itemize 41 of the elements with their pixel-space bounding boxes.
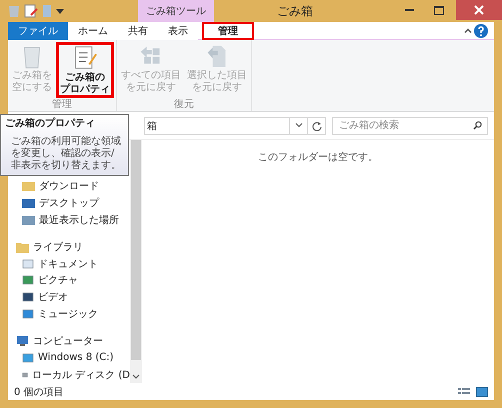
tooltip-text: ごみ箱の利用可能な領域を変更し、確認の表示/非表示を切り替えます。 [10,136,122,172]
details-view-icon[interactable] [458,386,470,396]
group-label: 復元 [173,99,195,111]
search-field[interactable]: ごみ箱の検索 [332,116,488,134]
nav-item[interactable]: 最近表示した場所 [16,212,130,228]
properties-icon [24,4,38,18]
properties-document-icon [73,45,97,71]
item-count: 0 個の項目 [14,386,65,398]
nav-item[interactable]: ローカル ディスク (D [16,366,130,383]
nav-item[interactable]: Windows 8 (C:) [16,349,130,366]
computer-icon [16,334,29,347]
context-tab-label: ごみ箱ツール [138,0,214,22]
library-folder-icon [16,240,29,253]
ribbon-tab[interactable]: 管理 [202,22,254,40]
refresh-icon [312,120,322,130]
minimize-icon [404,9,414,11]
nav-item[interactable]: ダウンロード [16,178,130,195]
close-button[interactable] [456,0,502,20]
tooltip-title: ごみ箱のプロパティ [5,118,96,130]
nav-item[interactable]: ミュージック [16,306,130,322]
ribbon-button[interactable]: ごみ箱の プロパティ [56,42,114,98]
address-field[interactable]: 箱 [144,116,326,134]
scrollbar-thumb[interactable] [131,140,141,360]
nav-item[interactable]: デスクトップ [16,194,130,212]
recycle-bin-icon [8,4,20,18]
restore-selected-icon [206,43,228,69]
nav-item[interactable]: ライブラリ [16,238,130,256]
file-tab[interactable]: ファイル [8,22,68,40]
maximize-icon [434,6,444,14]
nav-item[interactable]: ビデオ [16,288,130,306]
empty-folder-message: このフォルダーは空です。 [258,150,378,164]
nav-item[interactable]: コンピューター [16,332,130,350]
nav-item[interactable]: ピクチャ [16,272,130,289]
dropdown-icon [56,7,64,15]
collapse-ribbon-icon [464,28,472,33]
group-label: 管理 [51,99,73,111]
window-title: ごみ箱 [276,2,314,20]
search-icon [473,120,482,130]
close-icon [474,5,484,15]
nav-item[interactable]: ドキュメント [16,255,130,272]
chevron-down-icon [294,123,302,128]
